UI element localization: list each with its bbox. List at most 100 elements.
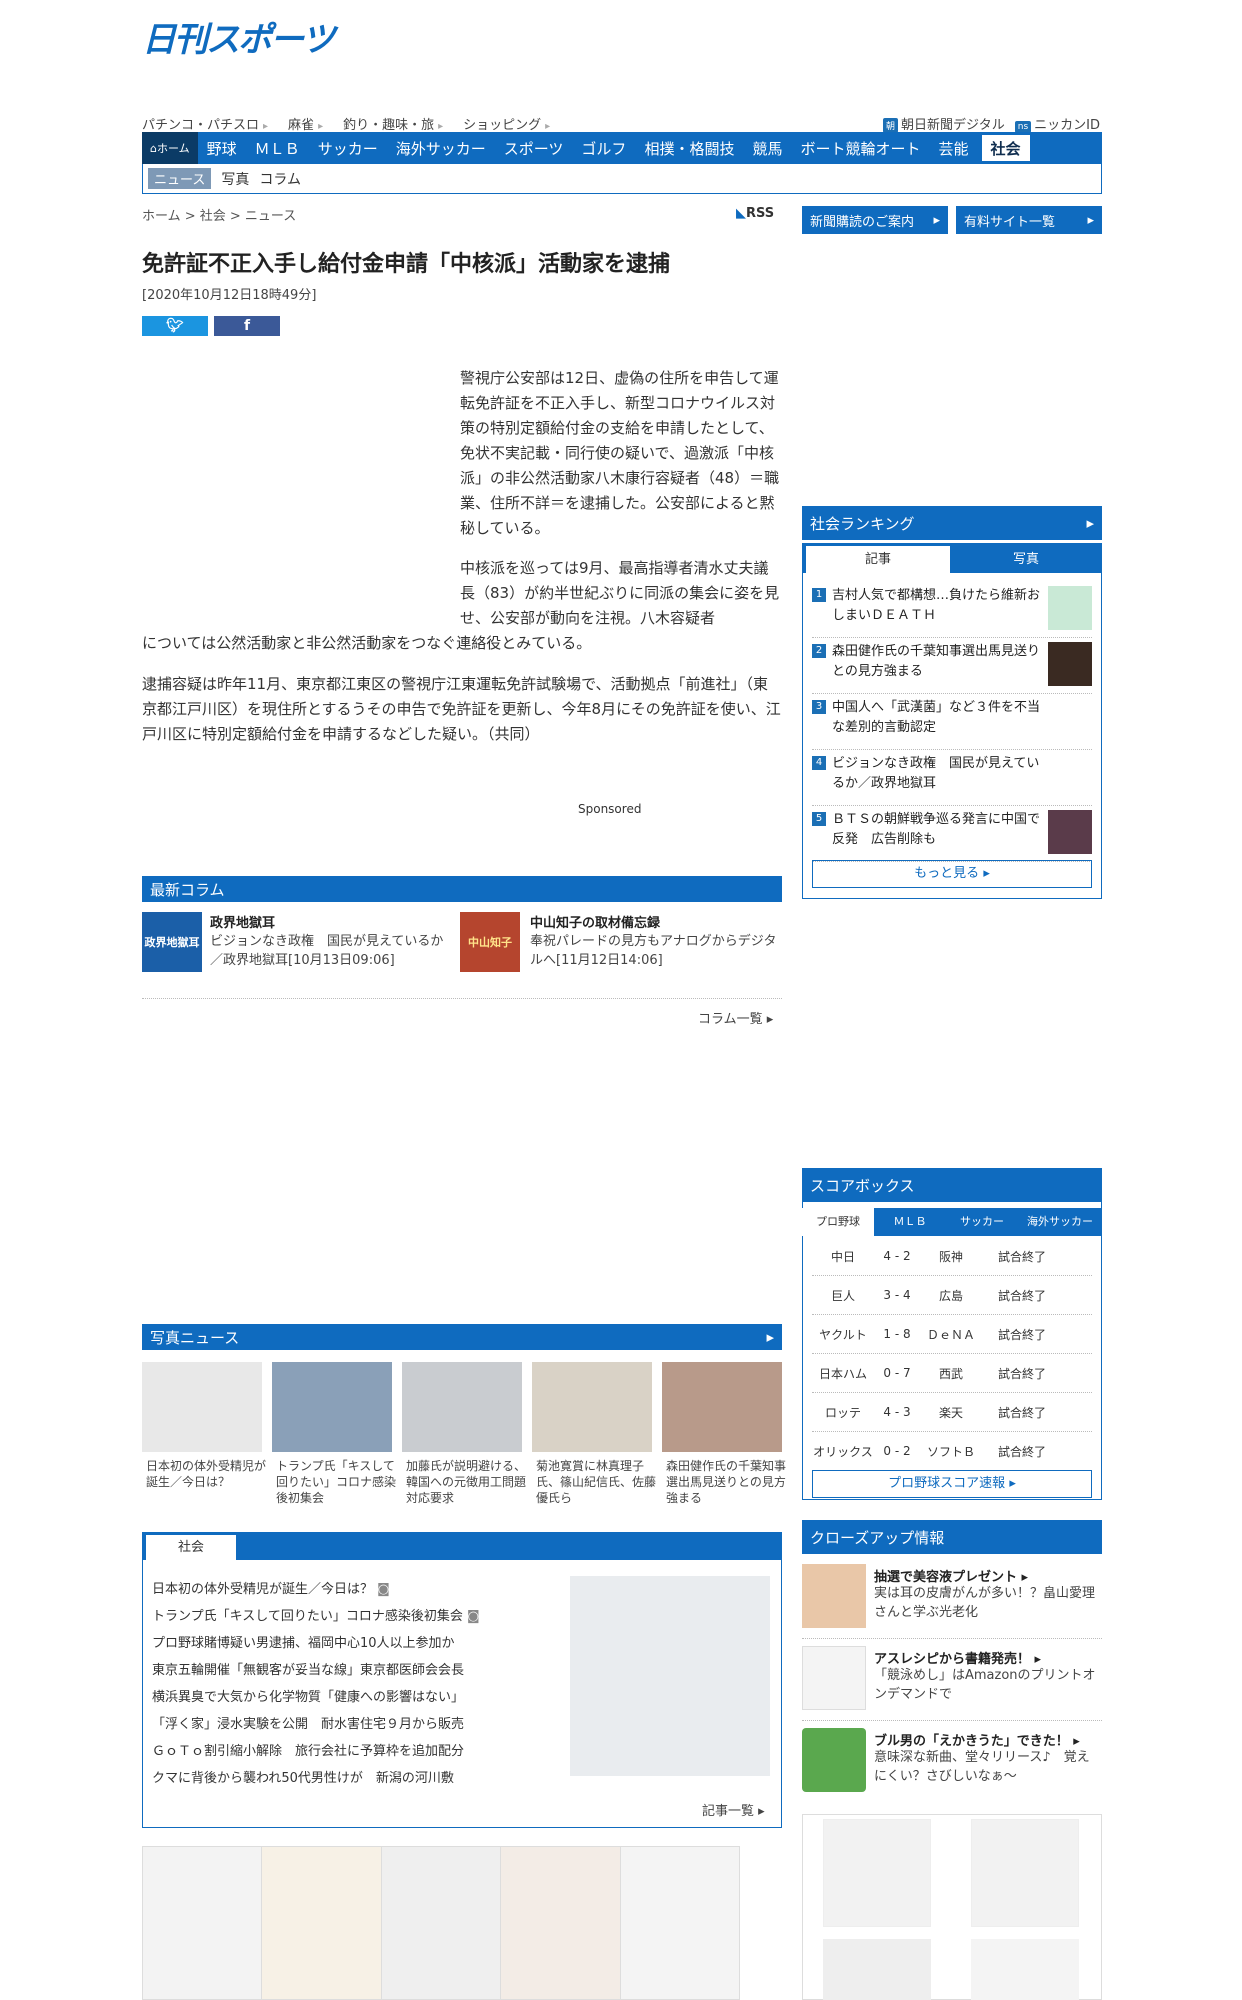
subscribe-button[interactable]: 新聞購読のご案内 ▸ [802, 206, 948, 234]
nav-soccer[interactable]: サッカー [309, 138, 387, 159]
ranking-item[interactable]: 4 ビジョンなき政権 国民が見えているか／政界地獄耳 [812, 750, 1092, 806]
column-title[interactable]: 中山知子の取材備忘録 [530, 912, 660, 931]
tab-society[interactable]: 社会 [146, 1535, 236, 1560]
closeup-text[interactable]: 実は耳の皮膚がんが多い！？畠山愛理さんと学ぶ光老化 [874, 1584, 1100, 1622]
article-list-link[interactable]: 記事一覧 ▸ [702, 1800, 765, 1819]
list-item[interactable]: 「浮く家」浸水実験を公開 耐水害住宅９月から販売 [152, 1711, 480, 1738]
photo-caption[interactable]: 加藤氏が説明避ける、韓国への元徴用工問題対応要求 [406, 1458, 526, 1506]
score-row[interactable]: 巨人 3 - 4 広島 試合終了 [812, 1276, 1092, 1315]
topnav-item-fishing[interactable]: 釣り・趣味・旅 ▸ [343, 114, 443, 133]
closeup-title[interactable]: アスレシピから書籍発売！ ▸ [874, 1648, 1041, 1667]
tab-soccer[interactable]: サッカー [946, 1208, 1018, 1236]
nav-sumo[interactable]: 相撲・格闘技 [635, 138, 743, 159]
photo-thumb[interactable] [272, 1362, 392, 1452]
nav-home[interactable]: ⌂ ホーム [142, 132, 198, 164]
score-row[interactable]: オリックス 0 - 2 ソフトＢ 試合終了 [812, 1432, 1092, 1471]
photo-thumb[interactable] [662, 1362, 782, 1452]
closeup-text[interactable]: 「競泳めし」はAmazonのプリントオンデマンドで [874, 1666, 1100, 1704]
tab-mlb[interactable]: ＭＬＢ [874, 1208, 946, 1236]
closeup-text[interactable]: 意味深な新曲、堂々リリース♪ 覚えにくい？さびしいなぁ～ [874, 1748, 1100, 1786]
ad-product[interactable] [262, 1847, 382, 1999]
nav-entertainment[interactable]: 芸能 [929, 138, 977, 159]
nav-overseas-soccer[interactable]: 海外サッカー [387, 138, 495, 159]
column-title[interactable]: 政界地獄耳 [210, 912, 275, 931]
nikkan-id-link[interactable]: ns ニッカンID [1014, 114, 1100, 133]
column-text[interactable]: ビジョンなき政権 国民が見えているか／政界地獄耳[10月13日09:06] [210, 932, 450, 970]
closeup-thumb[interactable] [802, 1646, 866, 1710]
paid-sites-button[interactable]: 有料サイト一覧 ▸ [956, 206, 1102, 234]
ad-product[interactable] [143, 1847, 263, 1999]
nav-keiba[interactable]: 競馬 [743, 138, 791, 159]
photo-thumb[interactable] [402, 1362, 522, 1452]
ad-product[interactable] [823, 1819, 931, 1927]
article-paragraph: 逮捕容疑は昨年11月、東京都江東区の警視庁江東運転免許試験場で、活動拠点「前進社… [142, 675, 781, 743]
column-thumb[interactable]: 中山知子 [460, 912, 520, 972]
subnav-photo[interactable]: 写真 [221, 169, 249, 189]
list-item[interactable]: クマに背後から襲われ50代男性けが 新潟の河川敷 [152, 1765, 480, 1792]
closeup-title[interactable]: 抽選で美容液プレゼント ▸ [874, 1566, 1028, 1585]
topnav-item-pachinko[interactable]: パチンコ・パチスロ ▸ [142, 114, 268, 133]
rss-link[interactable]: ◣RSS [736, 206, 774, 221]
ad-product[interactable] [971, 1939, 1079, 2000]
photo-caption[interactable]: 森田健作氏の千葉知事選出馬見送りとの見方強まる [666, 1458, 786, 1506]
rss-icon: ◣ [736, 206, 746, 221]
nav-sports[interactable]: スポーツ [495, 138, 573, 159]
subnav-news[interactable]: ニュース [148, 168, 212, 189]
ranking-item[interactable]: 5 ＢＴＳの朝鮮戦争巡る発言に中国で反発 広告削除も [812, 806, 1092, 862]
tab-overseas-soccer[interactable]: 海外サッカー [1018, 1208, 1102, 1236]
nav-baseball[interactable]: 野球 [198, 138, 246, 159]
column-list-link[interactable]: コラム一覧 ▸ [698, 1008, 773, 1027]
article-paragraph: については公然活動家と非公然活動家をつなぐ連絡役とみている。 [142, 634, 592, 652]
list-item[interactable]: 日本初の体外受精児が誕生／今日は？ ◙ [152, 1576, 480, 1603]
tab-npb[interactable]: プロ野球 [802, 1208, 874, 1236]
nav-golf[interactable]: ゴルフ [572, 138, 635, 159]
ranking-item[interactable]: 1 吉村人気で都構想…負けたら維新おしまいＤＥＡＴＨ [812, 582, 1092, 638]
list-item[interactable]: プロ野球賭博疑い男逮捕、福岡中心10人以上参加か [152, 1630, 480, 1657]
photo-caption[interactable]: トランプ氏「キスして回りたい」コロナ感染後初集会 [276, 1458, 396, 1506]
ad-banner[interactable] [142, 1846, 740, 2000]
ranking-item[interactable]: 2 森田健作氏の千葉知事選出馬見送りとの見方強まる [812, 638, 1092, 694]
score-row[interactable]: 中日 4 - 2 阪神 試合終了 [812, 1237, 1092, 1276]
ranking-header[interactable]: 社会ランキング ▸ [802, 506, 1102, 540]
nav-mlb[interactable]: ＭＬＢ [246, 138, 309, 159]
closeup-thumb[interactable] [802, 1728, 866, 1792]
topnav-item-mahjong[interactable]: 麻雀 ▸ [288, 114, 323, 133]
list-item[interactable]: 東京五輪開催「無観客が妥当な線」東京都医師会会長 [152, 1657, 480, 1684]
chevron-right-icon[interactable]: ▸ [766, 1328, 774, 1346]
ad-product[interactable] [823, 1939, 931, 2000]
ranking-item[interactable]: 3 中国人へ「武漢菌」など３件を不当な差別的言動認定 [812, 694, 1092, 750]
nav-boat[interactable]: ボート競輪オート [791, 138, 929, 159]
tab-articles[interactable]: 記事 [806, 546, 950, 573]
photo-thumb[interactable] [532, 1362, 652, 1452]
society-photo[interactable] [570, 1576, 770, 1776]
photo-caption[interactable]: 日本初の体外受精児が誕生／今日は？ [146, 1458, 266, 1490]
photo-thumb[interactable] [142, 1362, 262, 1452]
subnav-column[interactable]: コラム [259, 169, 301, 189]
ad-product[interactable] [620, 1847, 740, 1999]
facebook-share-button[interactable]: f [214, 316, 280, 336]
nav-society[interactable]: 社会 [981, 135, 1030, 161]
tab-photos[interactable]: 写真 [954, 546, 1098, 573]
twitter-share-button[interactable]: 🐦︎ [142, 316, 208, 336]
photo-caption[interactable]: 菊池寛賞に林真理子氏、篠山紀信氏、佐藤優氏ら [536, 1458, 656, 1506]
shoe-ad[interactable] [802, 1814, 1102, 2000]
site-logo[interactable]: 日刊スポーツ [142, 12, 335, 61]
ranking-more-button[interactable]: もっと見る ▸ [812, 860, 1092, 888]
column-text[interactable]: 奉祝パレードの見方もアナログからデジタルへ[11月12日14:06] [530, 932, 780, 970]
topnav-item-shopping[interactable]: ショッピング ▸ [463, 114, 550, 133]
list-item[interactable]: 横浜異臭で大気から化学物質「健康への影響はない」 [152, 1684, 480, 1711]
list-item[interactable]: ＧｏＴｏ割引縮小解除 旅行会社に予算枠を追加配分 [152, 1738, 480, 1765]
score-speed-button[interactable]: プロ野球スコア速報 ▸ [812, 1470, 1092, 1498]
breadcrumb[interactable]: ホーム > 社会 > ニュース [142, 205, 296, 224]
ad-product[interactable] [381, 1847, 502, 1999]
closeup-thumb[interactable] [802, 1564, 866, 1628]
score-row[interactable]: 日本ハム 0 - 7 西武 試合終了 [812, 1354, 1092, 1393]
score-row[interactable]: ヤクルト 1 - 8 ＤｅＮＡ 試合終了 [812, 1315, 1092, 1354]
ad-product[interactable] [971, 1819, 1079, 1927]
score-row[interactable]: ロッテ 4 - 3 楽天 試合終了 [812, 1393, 1092, 1432]
list-item[interactable]: トランプ氏「キスして回りたい」コロナ感染後初集会 ◙ [152, 1603, 480, 1630]
ad-product[interactable] [501, 1847, 621, 1999]
closeup-title[interactable]: ブル男の「えかきうた」できた！ ▸ [874, 1730, 1080, 1749]
asahi-digital-link[interactable]: 朝朝日新聞デジタル [882, 114, 1005, 133]
column-thumb[interactable]: 政界地獄耳 [142, 912, 202, 972]
